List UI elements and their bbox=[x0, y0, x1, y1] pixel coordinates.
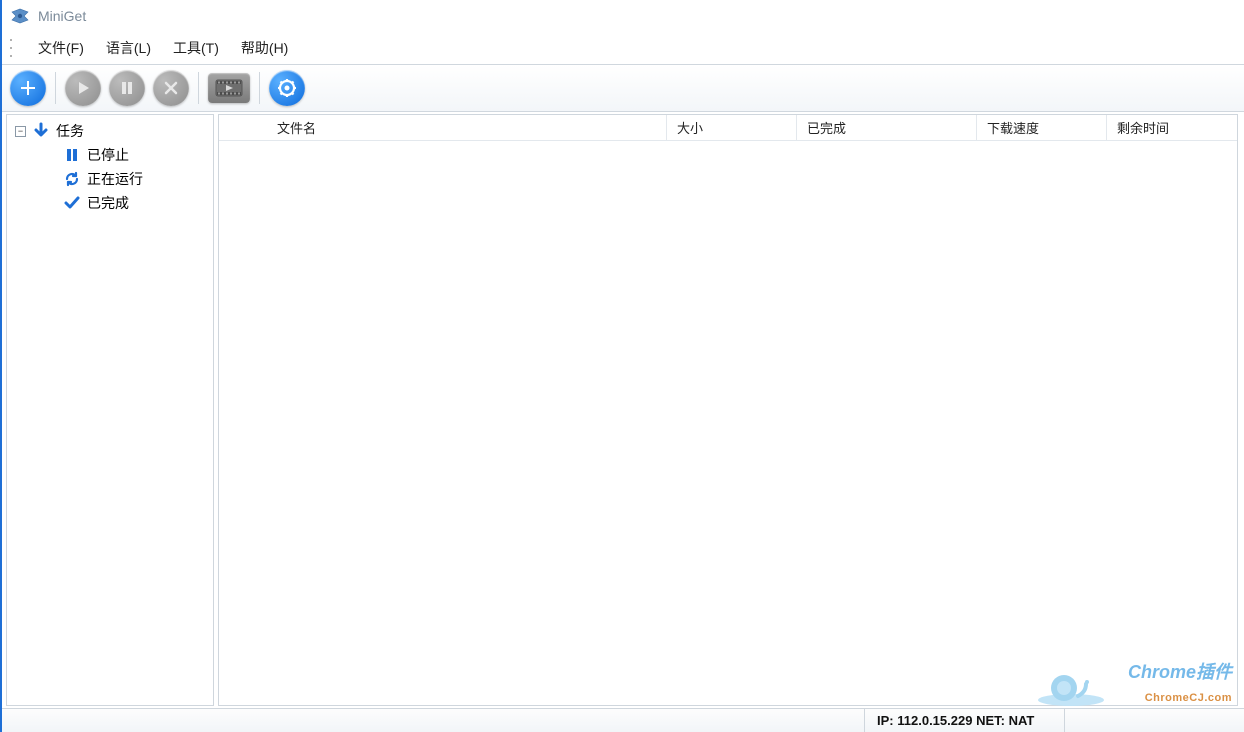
column-size[interactable]: 大小 bbox=[667, 115, 797, 140]
status-network: IP: 112.0.15.229 NET: NAT bbox=[864, 709, 1064, 732]
download-list: 文件名 大小 已完成 下载速度 剩余时间 bbox=[218, 114, 1238, 706]
tree-item-paused[interactable]: 已停止 bbox=[9, 143, 211, 167]
tree-item-label: 已停止 bbox=[87, 145, 129, 165]
menu-language[interactable]: 语言(L) bbox=[104, 34, 153, 62]
menu-file[interactable]: 文件(F) bbox=[36, 34, 86, 62]
status-ip-label: IP: bbox=[877, 713, 894, 728]
tree-item-label: 正在运行 bbox=[87, 169, 143, 189]
pause-button[interactable] bbox=[109, 70, 145, 106]
tree-root-label: 任务 bbox=[56, 121, 84, 141]
list-body-empty bbox=[219, 141, 1237, 705]
column-speed[interactable]: 下载速度 bbox=[977, 115, 1107, 140]
statusbar: IP: 112.0.15.229 NET: NAT bbox=[2, 708, 1244, 732]
main-area: − 任务 已停止 正在运行 已完成 文件名 bbox=[2, 112, 1244, 708]
play-icon bbox=[76, 81, 90, 95]
plus-icon bbox=[19, 79, 37, 97]
toolbar-separator bbox=[55, 72, 56, 104]
gear-icon bbox=[278, 79, 296, 97]
video-button[interactable] bbox=[208, 73, 250, 103]
menu-tools[interactable]: 工具(T) bbox=[171, 34, 221, 62]
pause-icon bbox=[120, 81, 134, 95]
close-icon bbox=[164, 81, 178, 95]
stop-button[interactable] bbox=[153, 70, 189, 106]
column-headers: 文件名 大小 已完成 下载速度 剩余时间 bbox=[219, 115, 1237, 141]
add-task-button[interactable] bbox=[10, 70, 46, 106]
sidebar: − 任务 已停止 正在运行 已完成 bbox=[6, 114, 214, 706]
check-icon bbox=[63, 195, 81, 211]
tree-collapse-icon[interactable]: − bbox=[15, 126, 26, 137]
status-ip-value: 112.0.15.229 bbox=[897, 713, 972, 728]
column-completed[interactable]: 已完成 bbox=[797, 115, 977, 140]
app-title: MiniGet bbox=[38, 8, 86, 24]
tree-item-completed[interactable]: 已完成 bbox=[9, 191, 211, 215]
start-button[interactable] bbox=[65, 70, 101, 106]
column-icon[interactable] bbox=[219, 115, 267, 140]
tree-item-label: 已完成 bbox=[87, 193, 129, 213]
app-logo-icon bbox=[10, 6, 30, 26]
menu-help[interactable]: 帮助(H) bbox=[239, 34, 290, 62]
status-empty bbox=[1064, 709, 1244, 732]
toolbar-separator bbox=[198, 72, 199, 104]
status-net-label: NET: bbox=[976, 713, 1005, 728]
refresh-icon bbox=[63, 171, 81, 187]
menubar: 文件(F) 语言(L) 工具(T) 帮助(H) bbox=[2, 32, 1244, 64]
tree-root-tasks[interactable]: − 任务 bbox=[9, 119, 211, 143]
pause-icon bbox=[63, 148, 81, 162]
tree-item-running[interactable]: 正在运行 bbox=[9, 167, 211, 191]
column-filename[interactable]: 文件名 bbox=[267, 115, 667, 140]
menubar-grip-icon bbox=[10, 39, 16, 57]
download-arrow-icon bbox=[32, 122, 50, 140]
titlebar: MiniGet bbox=[2, 0, 1244, 32]
film-icon bbox=[215, 79, 243, 97]
settings-button[interactable] bbox=[269, 70, 305, 106]
toolbar-separator bbox=[259, 72, 260, 104]
status-net-value: NAT bbox=[1009, 713, 1035, 728]
column-remaining[interactable]: 剩余时间 bbox=[1107, 115, 1237, 140]
toolbar bbox=[2, 64, 1244, 112]
